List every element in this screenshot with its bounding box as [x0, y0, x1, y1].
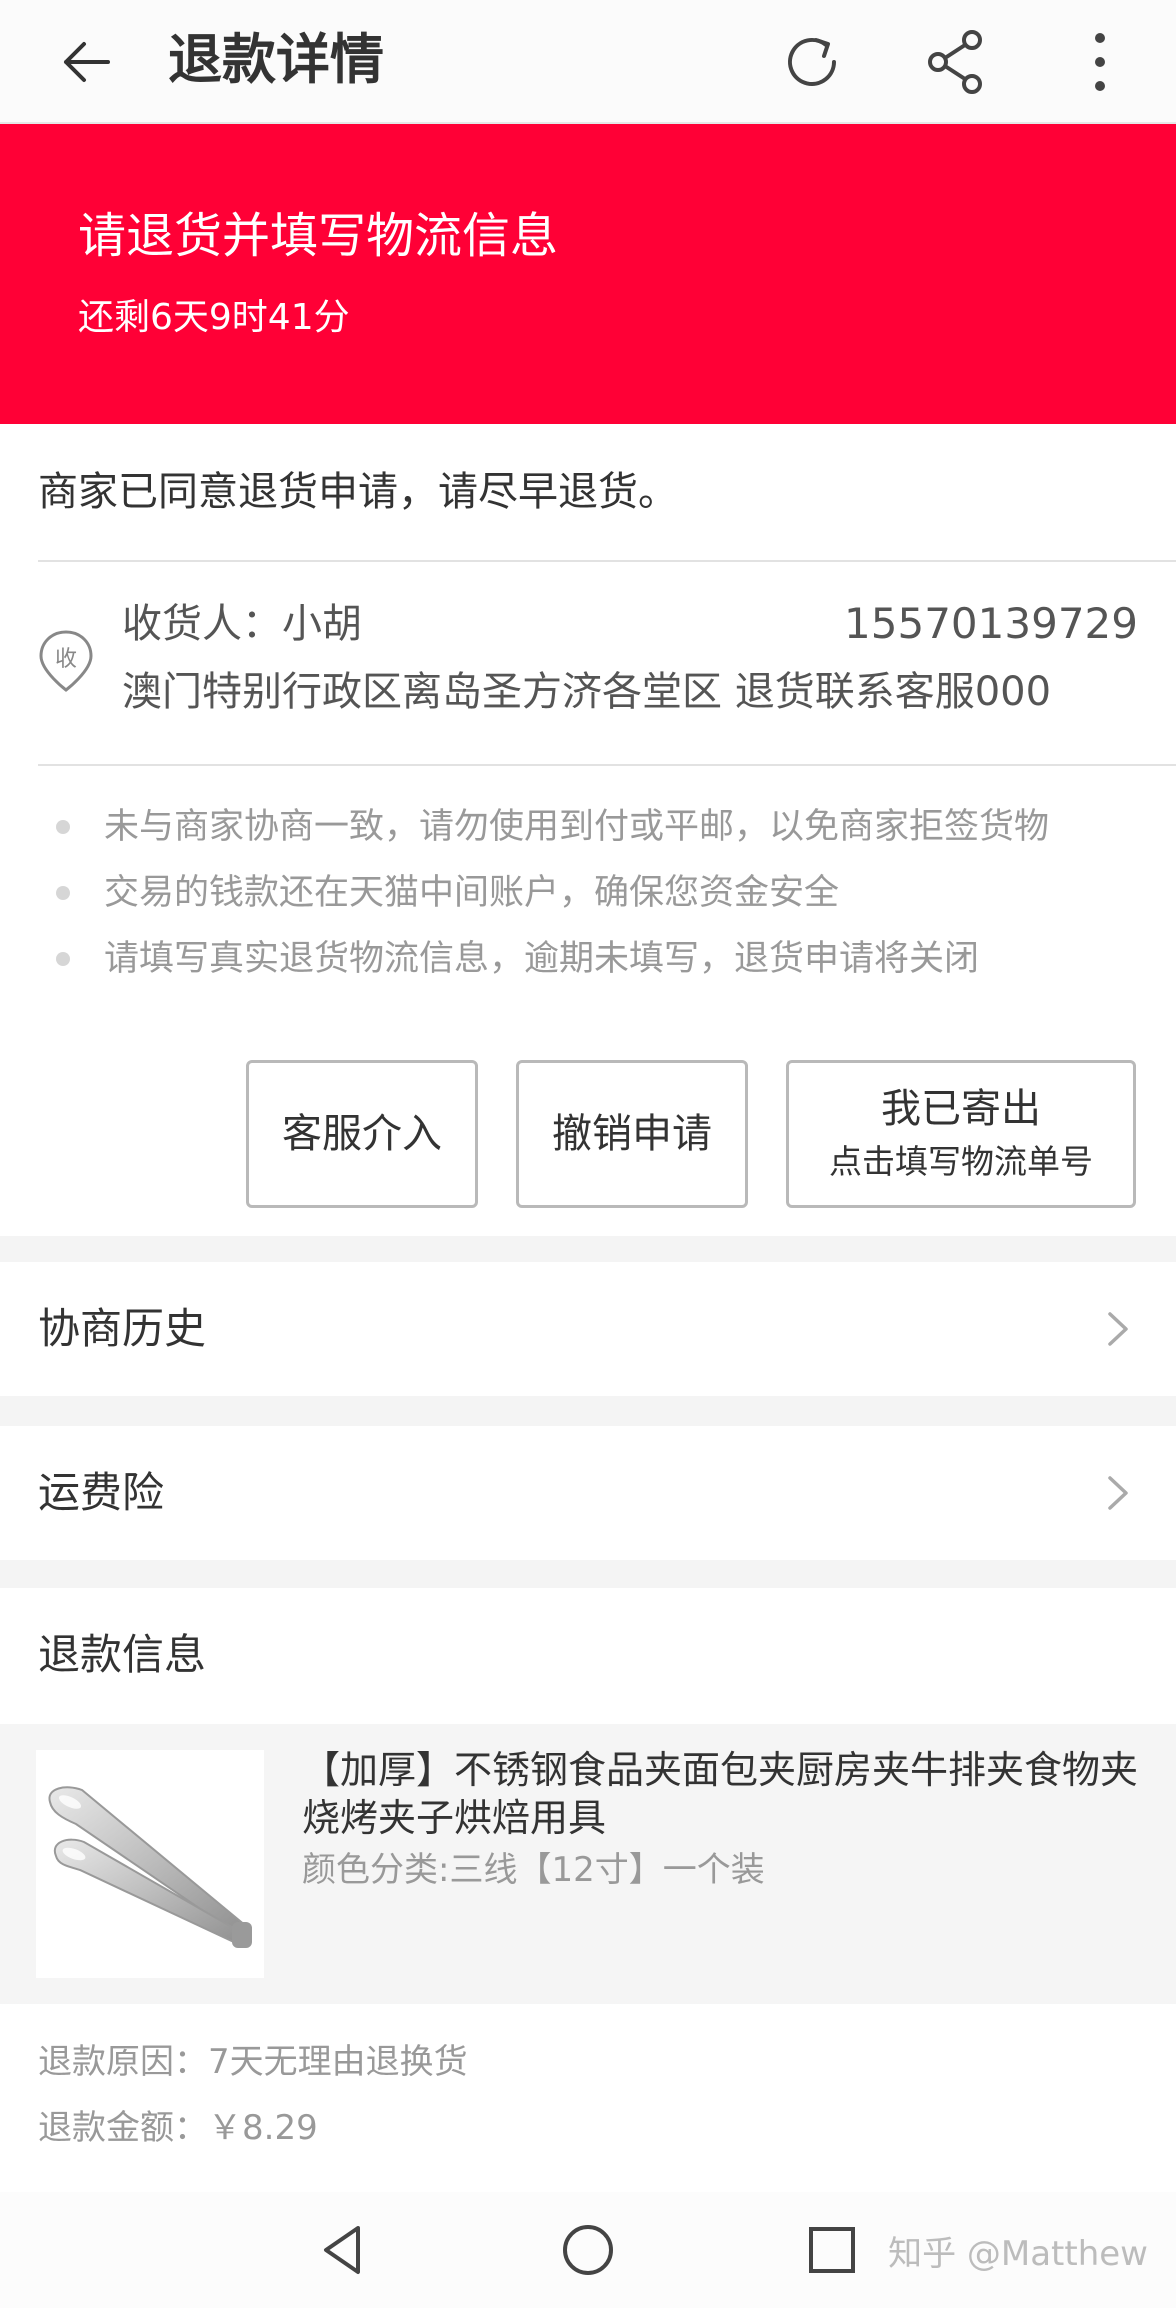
- row-label: 运费险: [38, 1468, 165, 1517]
- shipped-button[interactable]: 我已寄出 点击填写物流单号: [786, 1060, 1136, 1208]
- share-icon: [928, 30, 982, 94]
- chevron-right-icon: [1108, 1312, 1128, 1346]
- share-button[interactable]: [912, 18, 1000, 106]
- nav-back-icon: [324, 2226, 360, 2274]
- button-label: 我已寄出: [881, 1086, 1041, 1132]
- refresh-button[interactable]: [768, 18, 856, 106]
- nav-back-button[interactable]: [304, 2212, 380, 2288]
- button-label: 撤销申请: [552, 1111, 712, 1157]
- tip-text: 交易的钱款还在天猫中间账户，确保您资金安全: [104, 873, 840, 913]
- more-icon: [1095, 33, 1105, 91]
- refund-amount: 退款金额：￥8.29: [38, 2108, 318, 2148]
- section-title: 退款信息: [38, 1630, 207, 1679]
- back-button[interactable]: [50, 26, 122, 98]
- product-item[interactable]: 【加厚】不锈钢食品夹面包夹厨房夹牛排夹食物夹烧烤夹子烘焙用具 颜色分类:三线【1…: [0, 1724, 1176, 2004]
- food-tongs-icon: [48, 1786, 252, 1948]
- chevron-right-icon: [1108, 1476, 1128, 1510]
- tip-text: 请填写真实退货物流信息，逾期未填写，退货申请将关闭: [104, 939, 980, 979]
- nav-home-icon: [563, 2225, 613, 2275]
- divider: [38, 560, 1176, 562]
- shipping-insurance-row[interactable]: 运费险: [0, 1426, 1176, 1560]
- receiver-phone: 15570139729: [844, 599, 1138, 648]
- watermark-text: 知乎 @Matthew: [888, 2234, 1148, 2274]
- receiver-name: 收货人：小胡: [122, 601, 362, 647]
- button-label: 客服介入: [282, 1111, 442, 1157]
- button-sublabel: 点击填写物流单号: [829, 1142, 1093, 1181]
- divider: [38, 764, 1176, 766]
- nav-recents-icon: [809, 2227, 855, 2273]
- cancel-request-button[interactable]: 撤销申请: [516, 1060, 748, 1208]
- more-button[interactable]: [1056, 18, 1144, 106]
- status-banner: 请退货并填写物流信息 还剩6天9时41分: [0, 124, 1176, 424]
- refund-reason: 退款原因：7天无理由退换货: [38, 2042, 468, 2082]
- location-icon-char: 收: [55, 647, 77, 672]
- product-name: 【加厚】不锈钢食品夹面包夹厨房夹牛排夹食物夹烧烤夹子烘焙用具: [302, 1748, 1139, 1840]
- tip-item: 请填写真实退货物流信息，逾期未填写，退货申请将关闭: [38, 926, 1049, 992]
- merchant-message: 商家已同意退货申请，请尽早退货。: [38, 469, 678, 515]
- tip-text: 未与商家协商一致，请勿使用到付或平邮，以免商家拒签货物: [104, 807, 1050, 847]
- top-app-bar: 退款详情: [0, 0, 1176, 124]
- return-address: 澳门特别行政区离岛圣方济各堂区 退货联系客服000: [122, 669, 1052, 715]
- tip-item: 交易的钱款还在天猫中间账户，确保您资金安全: [38, 860, 1049, 926]
- product-spec: 颜色分类:三线【12寸】一个装: [302, 1850, 765, 1890]
- bullet-icon: [56, 820, 70, 834]
- banner-title: 请退货并填写物流信息: [78, 208, 559, 264]
- refund-status-card: 商家已同意退货申请，请尽早退货。 收 收货人：小胡 15570139729 澳门…: [0, 424, 1176, 1236]
- receive-location-icon: 收: [39, 630, 93, 692]
- countdown-text: 还剩6天9时41分: [78, 297, 350, 338]
- customer-service-button[interactable]: 客服介入: [246, 1060, 478, 1208]
- nav-home-button[interactable]: [550, 2212, 626, 2288]
- bullet-icon: [56, 886, 70, 900]
- bullet-icon: [56, 952, 70, 966]
- tip-item: 未与商家协商一致，请勿使用到付或平邮，以免商家拒签货物: [38, 794, 1049, 860]
- tips-list: 未与商家协商一致，请勿使用到付或平邮，以免商家拒签货物 交易的钱款还在天猫中间账…: [38, 794, 1049, 992]
- product-thumbnail: [36, 1750, 264, 1978]
- system-navigation-bar: 知乎 @Matthew: [0, 2192, 1176, 2308]
- row-label: 协商历史: [38, 1304, 207, 1353]
- nav-recents-button[interactable]: [794, 2212, 870, 2288]
- negotiation-history-row[interactable]: 协商历史: [0, 1262, 1176, 1396]
- refresh-icon: [788, 37, 836, 86]
- back-arrow-icon: [64, 42, 110, 82]
- page-title: 退款详情: [168, 28, 384, 91]
